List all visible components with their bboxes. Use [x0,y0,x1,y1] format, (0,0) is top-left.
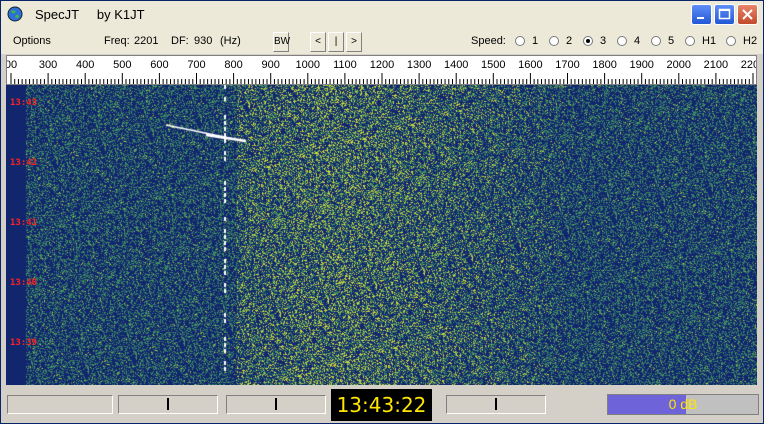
speed-option-label: 4 [634,35,641,47]
waterfall-display[interactable]: 13:43 13:42 13:41 13:40 13:39 [6,85,757,385]
scale-label: 00 [7,59,17,71]
bw-button[interactable]: BW [273,32,290,52]
df-unit: (Hz) [220,35,241,47]
df-value: 930 [194,35,213,47]
slider-brightness[interactable] [118,395,218,414]
speed-radio-h2[interactable] [726,36,736,46]
scale-label: 1200 [370,59,394,71]
close-button[interactable] [737,4,758,25]
scale-label: 1400 [444,59,468,71]
scale-label: 600 [150,59,168,71]
scale-label: 1100 [333,59,357,71]
db-level-meter: 0 dB [607,394,759,415]
df-label: DF: [171,35,189,47]
close-icon [742,9,753,20]
clock-display: 13:43:22 [331,389,432,421]
scale-label: 1800 [592,59,616,71]
speed-option-label: 2 [566,35,573,47]
scale-label: 2200 [741,59,757,71]
frequency-scale-svg: 00 300 400 500 600 700 800 900 1000 1100 1200 1300 1… [7,59,757,84]
speed-option-label: H1 [702,35,717,47]
status-bar: 13:43:22 0 dB [1,387,763,423]
speed-radio-1[interactable] [515,36,525,46]
scale-label: 1600 [518,59,542,71]
title-bar[interactable]: SpecJT by K1JT [1,1,763,30]
scale-label: 1300 [407,59,431,71]
speed-radio-2[interactable] [549,36,559,46]
specjt-window: SpecJT by K1JT Options Freq: 2201 DF: 93… [0,0,764,424]
minimize-icon [697,17,704,19]
toolbar: Options Freq: 2201 DF: 930 (Hz) BW < | >… [1,29,763,54]
time-label: 13:41 [10,218,37,228]
center-button[interactable]: | [328,32,344,52]
scale-label: 300 [39,59,57,71]
scale-label: 1500 [481,59,505,71]
speed-option-label: 1 [532,35,539,47]
frequency-scale[interactable]: 00 300 400 500 600 700 800 900 1000 1100 1200 1300 1… [6,55,757,85]
speed-option-label: 3 [600,35,607,47]
freq-value: 2201 [134,35,159,47]
scale-label: 1700 [555,59,579,71]
scale-label: 500 [113,59,131,71]
scale-label: 2100 [704,59,728,71]
scale-label: 1000 [296,59,320,71]
speed-radio-h1[interactable] [685,36,695,46]
minimize-button[interactable] [691,4,712,25]
scale-label: 400 [76,59,94,71]
time-label: 13:40 [10,278,37,288]
options-menu[interactable]: Options [13,35,51,47]
globe-icon [7,6,23,22]
speed-radio-5[interactable] [651,36,661,46]
scale-label: 1900 [629,59,653,71]
slider-gain[interactable] [446,395,546,414]
time-labels: 13:43 13:42 13:41 13:40 13:39 [10,98,37,348]
time-label: 13:42 [10,158,37,168]
speed-option-label: H2 [743,35,758,47]
speed-option-label: 5 [668,35,675,47]
scale-label: 800 [224,59,242,71]
freq-label: Freq: [104,35,130,47]
prev-button[interactable]: < [310,32,326,52]
speed-radio-4[interactable] [617,36,627,46]
scale-label: 900 [262,59,280,71]
time-label: 13:39 [10,338,37,348]
slider-contrast[interactable] [226,395,326,414]
speed-radio-3[interactable] [583,36,593,46]
window-title: SpecJT by K1JT [35,7,145,22]
time-label: 13:43 [10,98,37,108]
maximize-icon [718,8,731,20]
scale-label: 2000 [667,59,691,71]
status-panel [7,395,113,414]
scale-label: 700 [187,59,205,71]
next-button[interactable]: > [346,32,362,52]
maximize-button[interactable] [714,4,735,25]
speed-label: Speed: [471,35,506,47]
db-level-text: 0 dB [668,396,698,412]
